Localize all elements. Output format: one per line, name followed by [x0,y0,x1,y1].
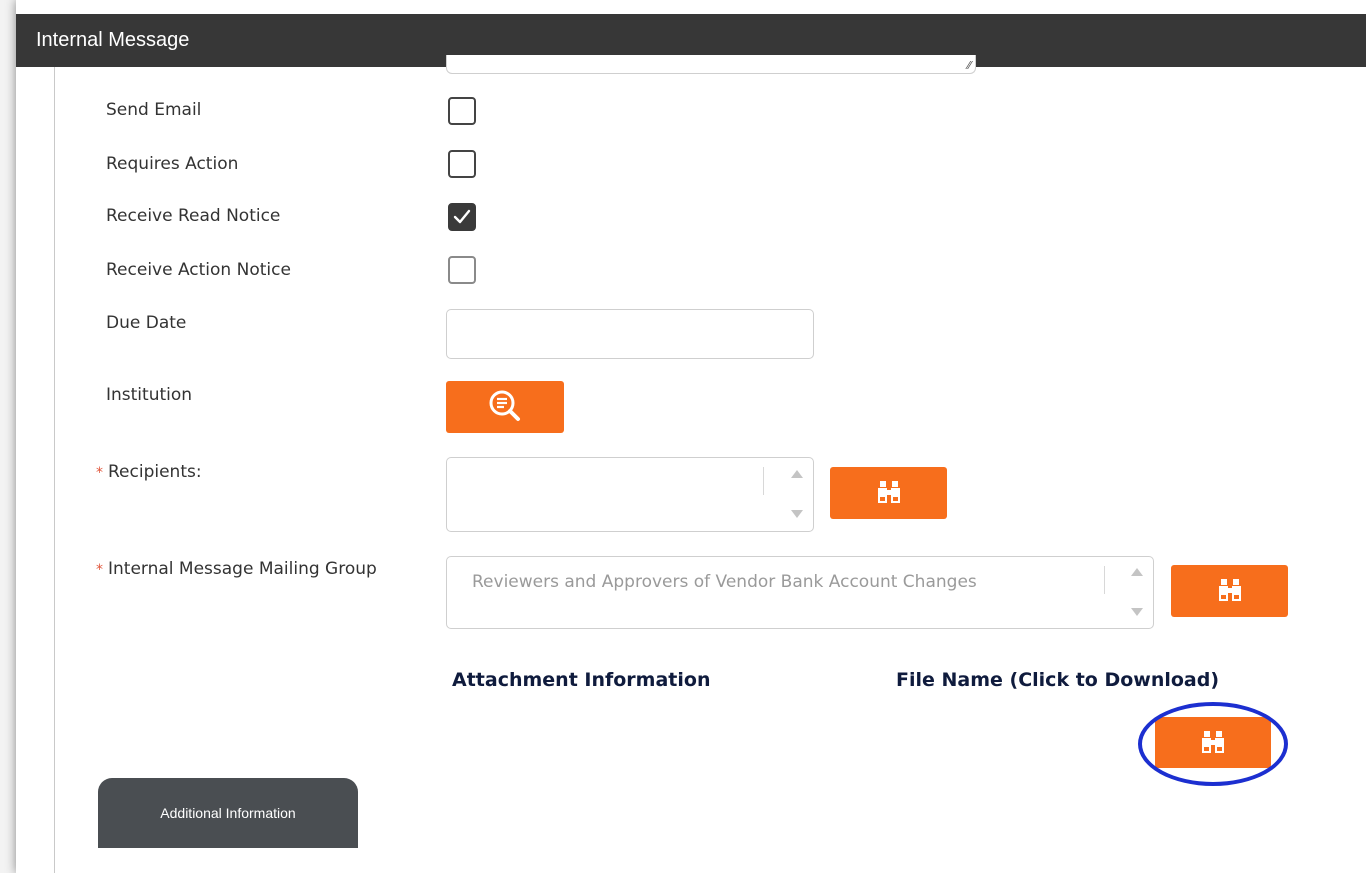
recipients-listbox[interactable] [446,457,814,532]
mailing-group-label: * Internal Message Mailing Group [96,559,377,579]
recipients-label-text: Recipients: [108,462,202,482]
scroll-up-arrow-icon[interactable] [1131,568,1143,576]
mailing-group-lookup-button[interactable] [1171,565,1288,617]
message-textarea-bottom[interactable]: ⁄⁄ [446,55,976,74]
recipients-spin-separator [763,467,764,495]
highlight-annotation-circle [1138,702,1288,786]
resize-grip-icon[interactable]: ⁄⁄ [967,59,971,72]
binoculars-icon [877,481,900,503]
content-left-border [54,67,55,873]
recipients-scroll-arrows[interactable] [786,470,808,518]
send-email-checkbox[interactable] [448,97,476,125]
receive-action-notice-checkbox[interactable] [448,256,476,284]
scroll-down-arrow-icon[interactable] [791,510,803,518]
due-date-label: Due Date [106,313,187,333]
internal-message-window: Internal Message ⁄⁄ Send Email Requires … [16,0,1366,873]
attachment-information-heading: Attachment Information [452,669,711,691]
mailing-group-listbox[interactable] [446,556,1154,629]
receive-action-notice-label: Receive Action Notice [106,260,291,280]
receive-read-notice-checkbox[interactable] [448,203,476,231]
institution-label: Institution [106,385,193,405]
mailing-group-label-text: Internal Message Mailing Group [108,559,377,579]
requires-action-checkbox[interactable] [448,150,476,178]
scroll-down-arrow-icon[interactable] [1131,608,1143,616]
required-asterisk: * [96,562,103,578]
checkmark-icon [453,209,471,224]
file-name-heading: File Name (Click to Download) [896,669,1220,691]
institution-search-button[interactable] [446,381,564,433]
receive-read-notice-label: Receive Read Notice [106,206,281,226]
requires-action-label: Requires Action [106,154,239,174]
send-email-label: Send Email [106,100,202,120]
tab-additional-information[interactable]: Additional Information [98,778,358,848]
mailing-group-scroll-arrows[interactable] [1126,568,1148,616]
recipients-lookup-button[interactable] [830,467,947,519]
search-document-icon [489,390,520,421]
due-date-input[interactable] [446,309,814,359]
mailing-group-selected-item[interactable]: Reviewers and Approvers of Vendor Bank A… [472,572,977,592]
scroll-up-arrow-icon[interactable] [791,470,803,478]
required-asterisk: * [96,465,103,481]
binoculars-icon [1218,579,1241,601]
recipients-label: * Recipients: [96,462,202,482]
mailing-group-spin-separator [1104,566,1105,594]
